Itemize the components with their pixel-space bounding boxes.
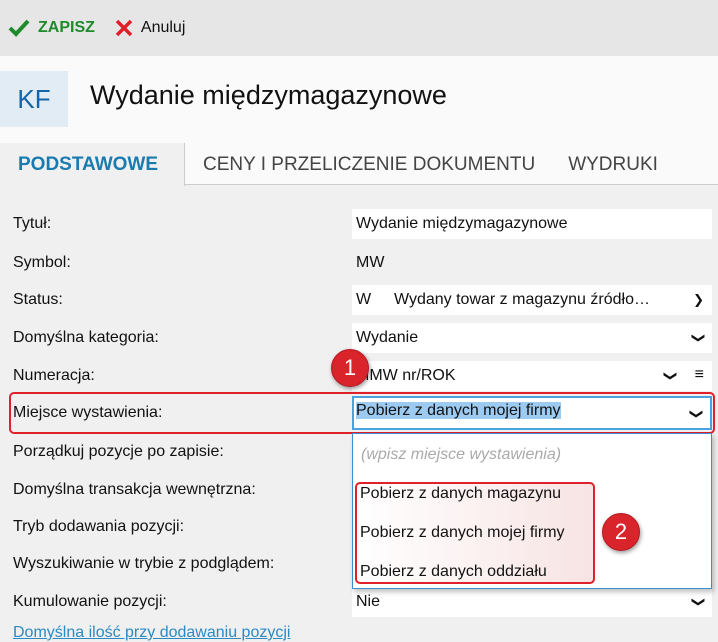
- label-numeracja: Numeracja:: [13, 367, 95, 384]
- label-wyszukiwanie: Wyszukiwanie w trybie z podglądem:: [13, 555, 275, 572]
- chevron-down-icon: ❯: [693, 292, 704, 307]
- label-miejsce: Miejsce wystawienia:: [13, 404, 163, 421]
- tytul-value: Wydanie międzymagazynowe: [356, 215, 568, 232]
- cancel-button[interactable]: Anuluj: [115, 19, 185, 37]
- label-porzadkuj: Porządkuj pozycje po zapisie:: [13, 443, 224, 460]
- save-button[interactable]: ZAPISZ: [8, 19, 95, 37]
- tab-wydruki[interactable]: WYDRUKI: [550, 143, 673, 184]
- label-kategoria: Domyślna kategoria:: [13, 329, 159, 346]
- option-moja-firma[interactable]: Pobierz z danych mojej firmy: [360, 524, 565, 542]
- tab-ceny[interactable]: CENY I PRZELICZENIE DOKUMENTU: [185, 143, 550, 184]
- symbol-value: MW: [356, 254, 385, 271]
- miejsce-select[interactable]: Pobierz z danych mojej firmy ❯: [352, 396, 712, 430]
- checkmark-icon: [8, 19, 30, 37]
- numeracja-select[interactable]: MMW nr/ROK ❯ ≡: [352, 361, 712, 391]
- save-label: ZAPISZ: [38, 19, 95, 36]
- option-magazyn[interactable]: Pobierz z danych magazynu: [360, 485, 561, 503]
- status-value: Wydany towar z magazynu źródło…: [394, 291, 650, 308]
- default-quantity-link[interactable]: Domyślna ilość przy dodawaniu pozycji: [13, 624, 290, 642]
- tytul-input[interactable]: Wydanie międzymagazynowe: [352, 209, 712, 239]
- status-select[interactable]: W Wydany towar z magazynu źródło… ❯: [352, 285, 712, 315]
- kumulowanie-select[interactable]: Nie ❯: [352, 587, 712, 617]
- chevron-down-icon: ❯: [691, 332, 707, 344]
- option-oddzial[interactable]: Pobierz z danych oddziału: [360, 563, 547, 581]
- symbol-field: MW: [352, 248, 712, 278]
- label-kumulowanie: Kumulowanie pozycji:: [13, 593, 167, 610]
- header: KF Wydanie międzymagazynowe: [0, 56, 718, 143]
- chevron-down-icon: ❯: [689, 408, 705, 420]
- kategoria-value: Wydanie: [356, 329, 419, 346]
- callout-badge-1: 1: [331, 349, 369, 387]
- chevron-down-icon: ❯: [663, 370, 679, 382]
- callout-badge-2: 2: [602, 513, 640, 551]
- tab-podstawowe[interactable]: PODSTAWOWE: [0, 143, 185, 186]
- label-status: Status:: [13, 291, 63, 308]
- label-tryb: Tryb dodawania pozycji:: [13, 518, 185, 535]
- page-title: Wydanie międzymagazynowe: [90, 80, 447, 110]
- label-tytul: Tytuł:: [13, 215, 52, 232]
- menu-icon[interactable]: ≡: [695, 366, 704, 384]
- toolbar: ZAPISZ Anuluj: [0, 0, 718, 56]
- tab-bar: PODSTAWOWE CENY I PRZELICZENIE DOKUMENTU…: [0, 143, 718, 186]
- dropdown-options: Pobierz z danych magazynu Pobierz z dany…: [352, 433, 712, 589]
- cancel-label: Anuluj: [140, 19, 186, 36]
- kumulowanie-value: Nie: [356, 593, 381, 610]
- avatar: KF: [0, 71, 68, 127]
- label-symbol: Symbol:: [13, 254, 71, 271]
- kategoria-select[interactable]: Wydanie ❯: [352, 323, 712, 353]
- chevron-down-icon: ❯: [691, 596, 707, 608]
- label-transakcja: Domyślna transakcja wewnętrzna:: [13, 481, 256, 498]
- close-icon: [115, 19, 133, 37]
- miejsce-value: Pobierz z danych mojej firmy: [356, 402, 561, 419]
- status-code: W: [356, 291, 372, 308]
- numeracja-value: MMW nr/ROK: [356, 367, 456, 384]
